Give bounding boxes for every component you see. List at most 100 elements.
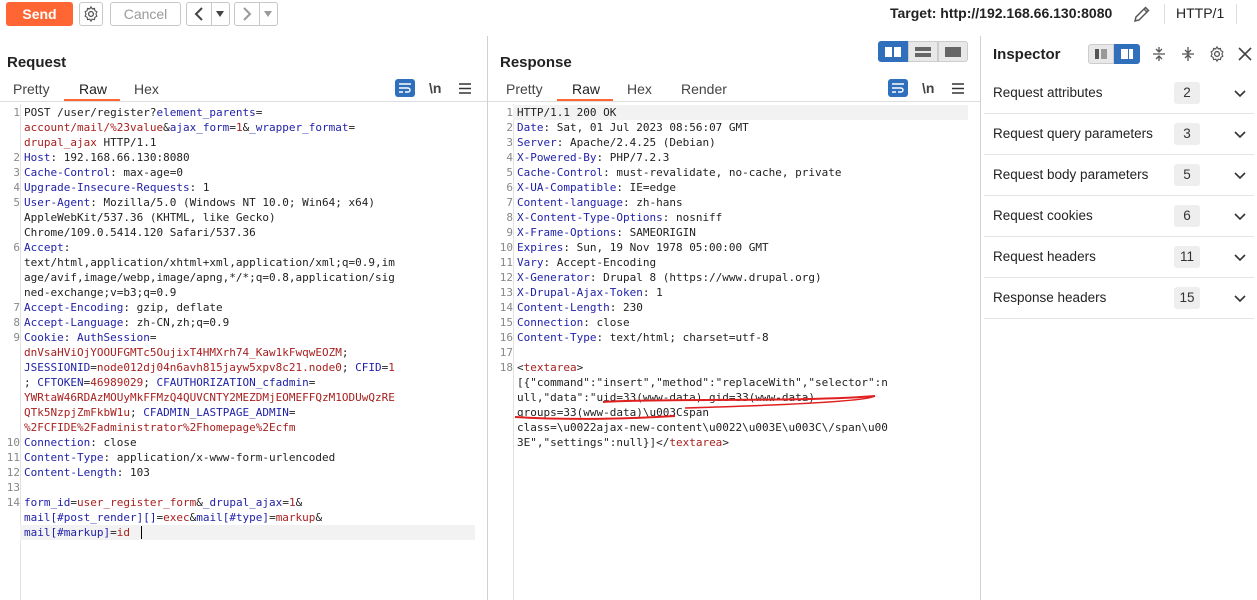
code-token: = — [110, 526, 117, 539]
chevron-down-icon[interactable] — [1234, 86, 1246, 101]
code-line: ned-exchange;v=b3;q=0.9 — [24, 285, 395, 300]
tab-pretty[interactable]: Pretty — [506, 81, 543, 97]
line-number — [0, 405, 20, 420]
code-token: Server — [517, 136, 557, 149]
tab-hex[interactable]: Hex — [627, 81, 652, 97]
line-number: 16 — [499, 331, 513, 344]
tab-raw[interactable]: Raw — [79, 81, 107, 97]
response-editor[interactable]: 1 2 3 4 5 6 7 8 9 10 11 12 13 14 15 16 17 18 HTTP/1.1 200… — [493, 105, 979, 600]
request-code[interactable]: POST /user/register?element_parents= acco… — [24, 105, 395, 540]
inspector-row-request-query-parameters[interactable]: Request query parameters 3 — [984, 114, 1254, 155]
send-button[interactable]: Send — [6, 2, 73, 26]
divider — [1164, 4, 1165, 24]
newline-toggle[interactable]: \n — [429, 80, 441, 96]
cancel-button[interactable]: Cancel — [110, 2, 181, 26]
tab-pretty[interactable]: Pretty — [13, 81, 50, 97]
code-line: Vary: Accept-Encoding — [517, 255, 888, 270]
dropdown-icon[interactable] — [260, 3, 277, 25]
line-number — [0, 360, 20, 375]
tab-hex[interactable]: Hex — [134, 81, 159, 97]
collapse-icon[interactable] — [1150, 44, 1168, 64]
inspector-row-response-headers[interactable]: Response headers 15 — [984, 278, 1254, 319]
code-token: exec — [163, 511, 190, 524]
code-token: : zh-CN,zh;q=0.9 — [123, 316, 230, 329]
code-token: = — [282, 496, 289, 509]
code-line: HTTP/1.1 200 OK — [517, 105, 888, 120]
tab-raw[interactable]: Raw — [572, 81, 600, 97]
panel-divider[interactable] — [980, 36, 981, 600]
code-token: = — [229, 121, 236, 134]
chevron-down-icon[interactable] — [1234, 168, 1246, 183]
code-token: : must-revalidate, no-cache, private — [603, 166, 842, 179]
forward-arrow-icon[interactable] — [235, 3, 260, 25]
code-token: = — [90, 361, 97, 374]
inspector-title: Inspector — [993, 46, 1061, 63]
code-token: & — [196, 496, 203, 509]
back-arrow-icon[interactable] — [187, 3, 212, 25]
request-editor[interactable]: 1 2345 6 789 10 11 12 13 14 POST /user/regis… — [0, 105, 486, 600]
code-token: Connection — [517, 316, 584, 329]
inspector-row-count: 2 — [1174, 82, 1200, 104]
dropdown-icon[interactable] — [212, 3, 229, 25]
chevron-down-icon[interactable] — [1234, 291, 1246, 306]
hamburger-menu-icon[interactable] — [457, 80, 473, 96]
line-number: 7 — [13, 301, 20, 314]
line-number: 10 — [499, 241, 513, 254]
inspector-row-request-attributes[interactable]: Request attributes 2 — [984, 73, 1254, 114]
expand-icon[interactable] — [1179, 44, 1197, 64]
inspector-row-request-headers[interactable]: Request headers 11 — [984, 237, 1254, 278]
tab-render[interactable]: Render — [681, 81, 727, 97]
line-number: 13 — [6, 481, 20, 494]
code-token: CFID — [355, 361, 382, 374]
inspector-row-request-body-parameters[interactable]: Request body parameters 5 — [984, 155, 1254, 196]
code-token: Accept — [24, 241, 64, 254]
code-token: ajax_form — [169, 121, 230, 134]
layout-split-icon[interactable] — [1114, 44, 1140, 64]
chevron-down-icon[interactable] — [1234, 127, 1246, 142]
layout-list-icon[interactable] — [1088, 44, 1114, 64]
hamburger-menu-icon[interactable] — [950, 80, 966, 96]
chevron-down-icon[interactable] — [1234, 250, 1246, 265]
code-token: Cookie — [24, 331, 64, 344]
line-number: 1 — [13, 106, 20, 119]
close-icon[interactable] — [1236, 44, 1254, 64]
settings-gear-icon[interactable] — [1207, 44, 1227, 64]
code-token: : 1 — [189, 181, 210, 194]
newline-toggle[interactable]: \n — [922, 80, 934, 96]
inspector-row-count: 6 — [1174, 205, 1200, 227]
code-line: Content-Type: application/x-www-form-url… — [24, 450, 395, 465]
code-token: & — [315, 511, 323, 524]
layout-tabs-icon[interactable] — [938, 41, 968, 62]
wrap-text-icon[interactable] — [888, 79, 908, 97]
code-line: age/avif,image/webp,image/apng,*/*;q=0.8… — [24, 270, 395, 285]
layout-stacked-icon[interactable] — [908, 41, 938, 62]
protocol-label[interactable]: HTTP/1 — [1176, 5, 1224, 21]
inspector-row-request-cookies[interactable]: Request cookies 6 — [984, 196, 1254, 237]
code-line: Date: Sat, 01 Jul 2023 08:56:07 GMT — [517, 120, 888, 135]
wrap-text-icon[interactable] — [395, 79, 415, 97]
settings-gear-icon[interactable] — [79, 2, 103, 26]
code-token: Host — [24, 151, 51, 164]
line-number: 11 — [6, 451, 20, 464]
code-token: = — [269, 511, 276, 524]
edit-pencil-icon[interactable] — [1130, 3, 1154, 25]
code-token: ; — [341, 346, 349, 359]
code-token: dnVsaHViOjYOOUFGMTc5OujixT4HMXrh74_Kaw1k… — [24, 346, 342, 359]
code-token: < — [517, 361, 524, 374]
code-line: X-Generator: Drupal 8 (https://www.drupa… — [517, 270, 888, 285]
layout-split-icon[interactable] — [878, 41, 908, 62]
code-token: Vary — [517, 256, 544, 269]
code-line: account/mail/%23value&ajax_form=1&_wrapp… — [24, 120, 395, 135]
panel-divider[interactable] — [487, 36, 488, 600]
line-number: 3 — [506, 136, 513, 149]
code-line: Content-Type: text/html; charset=utf-8 — [517, 330, 888, 345]
code-line: Accept-Language: zh-CN,zh;q=0.9 — [24, 315, 395, 330]
chevron-down-icon[interactable] — [1234, 209, 1246, 224]
inspector-layout-toggle — [1088, 44, 1140, 64]
code-token: JSESSIONID — [24, 361, 91, 374]
text-cursor — [141, 526, 142, 539]
code-token: 1 — [388, 361, 395, 374]
line-number: 8 — [506, 211, 513, 224]
code-token: text/html,application/xhtml+xml,applicat… — [24, 256, 395, 269]
code-token: : 230 — [609, 301, 643, 314]
